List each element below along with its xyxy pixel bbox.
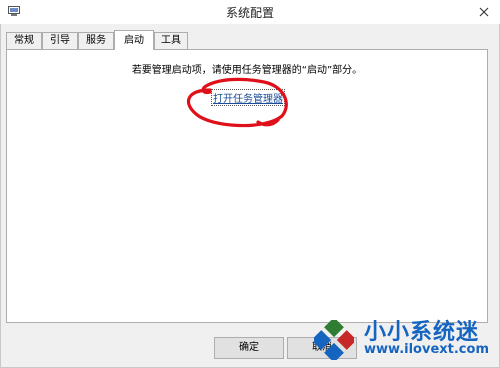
- close-button[interactable]: [468, 0, 500, 24]
- tab-boot[interactable]: 引导: [42, 32, 78, 49]
- startup-panel: 若要管理启动项，请使用任务管理器的“启动”部分。 打开任务管理器: [6, 49, 488, 323]
- system-config-window: 系统配置 常规 引导 服务 启动 工具 若要管理启动项，请使用任务管理器的“启动…: [0, 0, 500, 368]
- cancel-button[interactable]: 取消: [287, 337, 357, 359]
- tab-startup[interactable]: 启动: [114, 30, 154, 50]
- ok-button[interactable]: 确定: [214, 337, 284, 359]
- watermark-url: www.ilovext.com: [364, 342, 489, 357]
- startup-info-text: 若要管理启动项，请使用任务管理器的“启动”部分。: [131, 65, 363, 76]
- close-icon: [479, 7, 489, 17]
- tab-general[interactable]: 常规: [6, 32, 42, 49]
- tab-tools[interactable]: 工具: [154, 32, 188, 49]
- window-title: 系统配置: [225, 6, 274, 20]
- tab-services[interactable]: 服务: [78, 32, 114, 49]
- open-task-manager-link[interactable]: 打开任务管理器: [211, 89, 285, 106]
- title-bar[interactable]: 系统配置: [0, 0, 500, 24]
- tab-strip: 常规 引导 服务 启动 工具: [6, 30, 486, 50]
